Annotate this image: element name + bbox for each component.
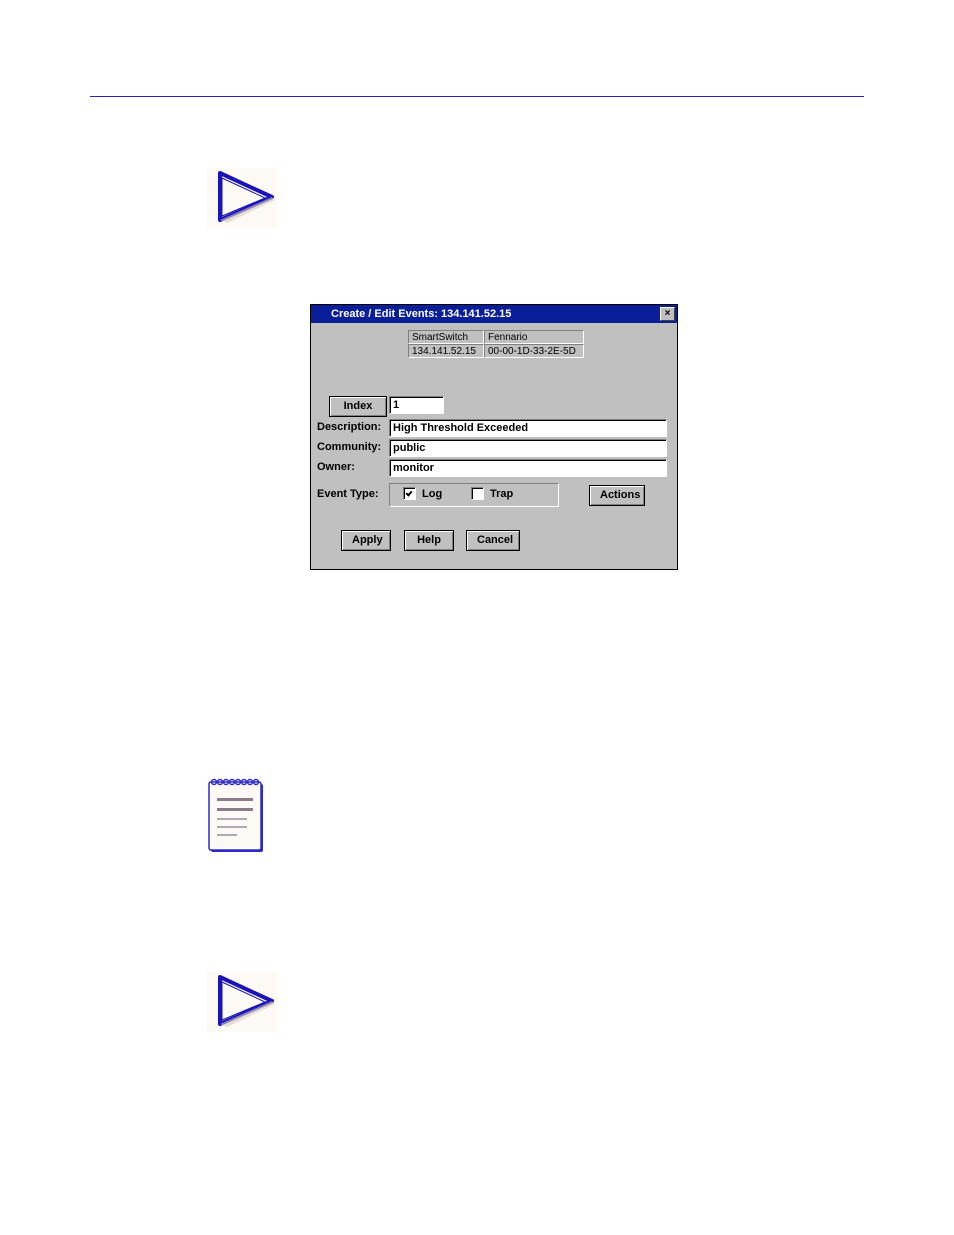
info-device-type: SmartSwitch [408, 330, 484, 344]
info-ip: 134.141.52.15 [408, 344, 484, 358]
log-checkbox[interactable] [403, 487, 416, 500]
close-icon: × [665, 308, 671, 319]
dialog-title: Create / Edit Events: 134.141.52.15 [331, 308, 511, 320]
community-input[interactable]: public [389, 439, 667, 457]
apply-button[interactable]: Apply [341, 530, 391, 551]
notepad-icon [207, 776, 267, 856]
trap-checkbox[interactable] [471, 487, 484, 500]
dialog-titlebar[interactable]: Create / Edit Events: 134.141.52.15 × [311, 305, 677, 323]
horizontal-rule [90, 96, 864, 97]
trap-checkbox-wrap: Trap [471, 487, 513, 500]
owner-label: Owner: [317, 461, 355, 473]
info-device-name: Fennario [484, 330, 584, 344]
play-triangle-icon [207, 972, 277, 1032]
help-button[interactable]: Help [404, 530, 454, 551]
index-button[interactable]: Index [329, 396, 387, 417]
create-edit-events-dialog: Create / Edit Events: 134.141.52.15 × Sm… [310, 304, 678, 570]
actions-button[interactable]: Actions [589, 485, 645, 506]
window-icon [315, 308, 327, 320]
close-button[interactable]: × [660, 307, 675, 321]
dialog-body: SmartSwitch Fennario 134.141.52.15 00-00… [311, 323, 677, 569]
log-checkbox-wrap: Log [403, 487, 442, 500]
log-checkbox-label: Log [422, 488, 442, 500]
description-label: Description: [317, 421, 381, 433]
trap-checkbox-label: Trap [490, 488, 513, 500]
description-input[interactable]: High Threshold Exceeded [389, 419, 667, 437]
cancel-button[interactable]: Cancel [466, 530, 520, 551]
community-label: Community: [317, 441, 381, 453]
play-triangle-icon [207, 168, 277, 228]
event-type-label: Event Type: [317, 488, 379, 500]
index-input[interactable]: 1 [389, 396, 444, 414]
info-mac: 00-00-1D-33-2E-5D [484, 344, 584, 358]
owner-input[interactable]: monitor [389, 459, 667, 477]
